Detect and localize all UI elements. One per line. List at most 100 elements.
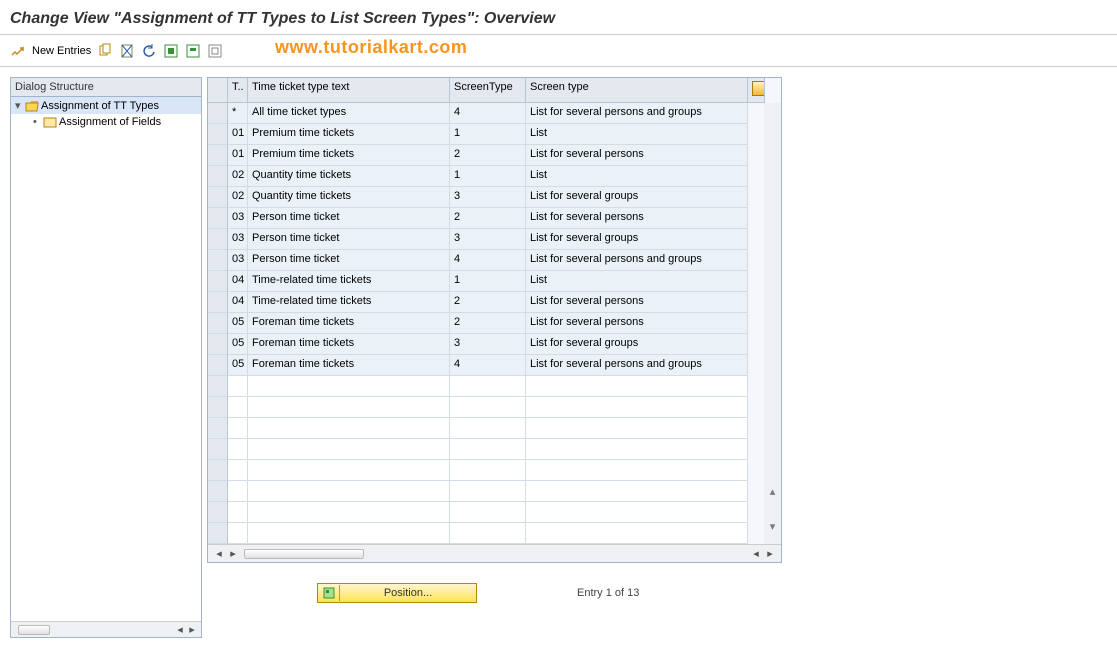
table-row[interactable] bbox=[208, 418, 764, 439]
cell-screentype-text[interactable] bbox=[526, 523, 748, 544]
scroll-right-icon[interactable]: ▸ bbox=[763, 547, 777, 560]
cell-txt[interactable]: Person time ticket bbox=[248, 208, 450, 229]
row-selector[interactable] bbox=[208, 229, 228, 250]
cell-screentype[interactable]: 4 bbox=[450, 355, 526, 376]
cell-screentype[interactable]: 4 bbox=[450, 250, 526, 271]
table-row[interactable] bbox=[208, 523, 764, 544]
cell-t[interactable]: 04 bbox=[228, 292, 248, 313]
deselect-all-icon[interactable] bbox=[207, 43, 223, 59]
row-selector[interactable] bbox=[208, 187, 228, 208]
table-row[interactable] bbox=[208, 397, 764, 418]
cell-txt[interactable]: Quantity time tickets bbox=[248, 166, 450, 187]
cell-t[interactable]: 05 bbox=[228, 355, 248, 376]
cell-t[interactable] bbox=[228, 397, 248, 418]
cell-txt[interactable] bbox=[248, 418, 450, 439]
scroll-left-icon[interactable]: ◂ bbox=[212, 547, 226, 560]
row-selector[interactable] bbox=[208, 376, 228, 397]
select-all-icon[interactable] bbox=[163, 43, 179, 59]
table-vscroll[interactable]: ▴ ▾ bbox=[764, 103, 781, 544]
row-selector[interactable] bbox=[208, 418, 228, 439]
header-txt[interactable]: Time ticket type text bbox=[248, 78, 450, 103]
row-selector[interactable] bbox=[208, 145, 228, 166]
cell-screentype-text[interactable] bbox=[526, 502, 748, 523]
table-row[interactable] bbox=[208, 481, 764, 502]
cell-t[interactable]: 05 bbox=[228, 334, 248, 355]
cell-screentype-text[interactable]: List for several persons bbox=[526, 292, 748, 313]
cell-screentype[interactable] bbox=[450, 397, 526, 418]
row-selector[interactable] bbox=[208, 271, 228, 292]
row-selector[interactable] bbox=[208, 481, 228, 502]
cell-t[interactable] bbox=[228, 481, 248, 502]
table-row[interactable] bbox=[208, 376, 764, 397]
cell-txt[interactable] bbox=[248, 376, 450, 397]
cell-screentype[interactable] bbox=[450, 502, 526, 523]
row-selector[interactable] bbox=[208, 502, 228, 523]
cell-screentype[interactable]: 2 bbox=[450, 145, 526, 166]
cell-screentype[interactable] bbox=[450, 523, 526, 544]
table-row[interactable]: 02Quantity time tickets3List for several… bbox=[208, 187, 764, 208]
scroll-right-icon[interactable]: ▸ bbox=[226, 547, 240, 560]
scroll-up-icon[interactable]: ▴ bbox=[765, 484, 780, 499]
select-block-icon[interactable] bbox=[185, 43, 201, 59]
cell-t[interactable]: 01 bbox=[228, 145, 248, 166]
cell-screentype-text[interactable] bbox=[526, 439, 748, 460]
cell-screentype-text[interactable]: List for several groups bbox=[526, 229, 748, 250]
cell-txt[interactable] bbox=[248, 481, 450, 502]
scroll-handle[interactable] bbox=[244, 549, 364, 559]
row-selector[interactable] bbox=[208, 208, 228, 229]
cell-screentype-text[interactable]: List for several groups bbox=[526, 334, 748, 355]
cell-screentype[interactable]: 2 bbox=[450, 292, 526, 313]
cell-screentype[interactable]: 1 bbox=[450, 271, 526, 292]
cell-screentype-text[interactable]: List for several persons and groups bbox=[526, 103, 748, 124]
tree-node-tt-types[interactable]: ▾ Assignment of TT Types bbox=[11, 97, 201, 114]
cell-screentype[interactable] bbox=[450, 460, 526, 481]
cell-screentype-text[interactable]: List for several persons and groups bbox=[526, 355, 748, 376]
undo-icon[interactable] bbox=[141, 43, 157, 59]
cell-t[interactable] bbox=[228, 460, 248, 481]
table-row[interactable] bbox=[208, 502, 764, 523]
cell-t[interactable] bbox=[228, 418, 248, 439]
cell-screentype[interactable] bbox=[450, 376, 526, 397]
row-selector[interactable] bbox=[208, 460, 228, 481]
cell-txt[interactable]: Foreman time tickets bbox=[248, 313, 450, 334]
cell-screentype[interactable]: 2 bbox=[450, 208, 526, 229]
scroll-left-icon[interactable]: ◂ bbox=[174, 624, 186, 636]
cell-txt[interactable] bbox=[248, 439, 450, 460]
table-row[interactable]: 05Foreman time tickets3List for several … bbox=[208, 334, 764, 355]
cell-txt[interactable]: Time-related time tickets bbox=[248, 271, 450, 292]
cell-screentype-text[interactable] bbox=[526, 481, 748, 502]
cell-screentype[interactable]: 4 bbox=[450, 103, 526, 124]
cell-t[interactable]: 03 bbox=[228, 229, 248, 250]
cell-t[interactable]: 05 bbox=[228, 313, 248, 334]
scroll-left-icon[interactable]: ◂ bbox=[749, 547, 763, 560]
cell-t[interactable]: 03 bbox=[228, 208, 248, 229]
cell-screentype[interactable] bbox=[450, 481, 526, 502]
cell-screentype[interactable]: 3 bbox=[450, 334, 526, 355]
cell-txt[interactable]: All time ticket types bbox=[248, 103, 450, 124]
table-row[interactable]: 03Person time ticket2List for several pe… bbox=[208, 208, 764, 229]
cell-screentype-text[interactable]: List for several persons bbox=[526, 208, 748, 229]
tree-node-fields[interactable]: • Assignment of Fields bbox=[11, 114, 201, 130]
toggle-display-icon[interactable] bbox=[10, 43, 26, 59]
table-row[interactable]: 05Foreman time tickets4List for several … bbox=[208, 355, 764, 376]
cell-screentype-text[interactable]: List bbox=[526, 166, 748, 187]
row-selector[interactable] bbox=[208, 292, 228, 313]
cell-t[interactable] bbox=[228, 439, 248, 460]
cell-screentype-text[interactable] bbox=[526, 460, 748, 481]
cell-screentype-text[interactable]: List bbox=[526, 271, 748, 292]
cell-screentype-text[interactable]: List for several groups bbox=[526, 187, 748, 208]
cell-txt[interactable]: Person time ticket bbox=[248, 250, 450, 271]
cell-t[interactable]: 01 bbox=[228, 124, 248, 145]
cell-txt[interactable]: Foreman time tickets bbox=[248, 355, 450, 376]
row-selector[interactable] bbox=[208, 439, 228, 460]
cell-screentype[interactable] bbox=[450, 418, 526, 439]
cell-screentype-text[interactable] bbox=[526, 376, 748, 397]
table-row[interactable]: 01Premium time tickets1List bbox=[208, 124, 764, 145]
cell-t[interactable] bbox=[228, 502, 248, 523]
cell-screentype[interactable]: 1 bbox=[450, 124, 526, 145]
cell-txt[interactable] bbox=[248, 502, 450, 523]
cell-txt[interactable] bbox=[248, 460, 450, 481]
table-row[interactable]: 04Time-related time tickets2List for sev… bbox=[208, 292, 764, 313]
cell-txt[interactable] bbox=[248, 523, 450, 544]
cell-t[interactable] bbox=[228, 376, 248, 397]
